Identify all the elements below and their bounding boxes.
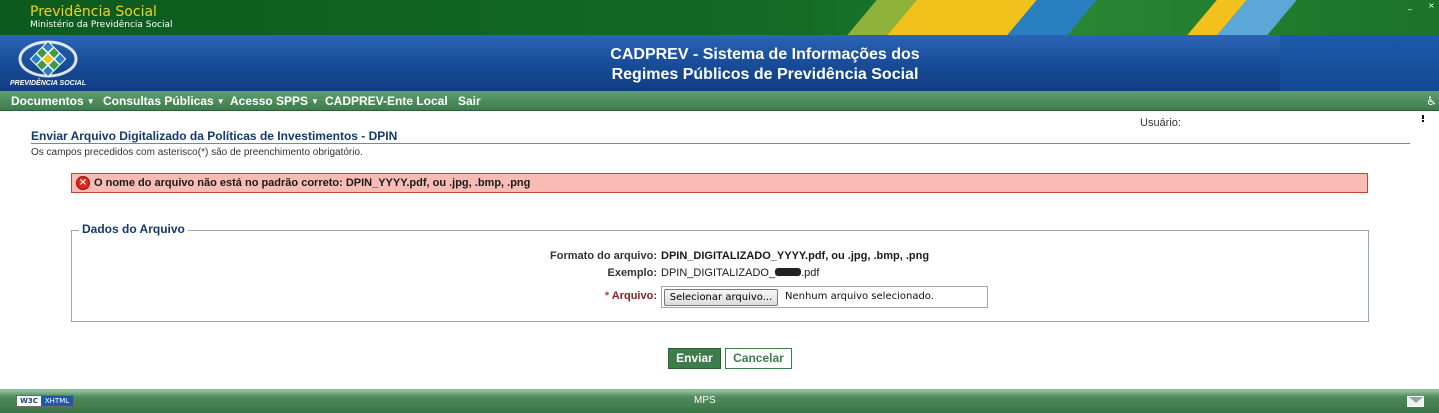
error-text: O nome do arquivo não está no padrão cor…: [94, 177, 531, 189]
menu-item-label: CADPREV-Ente Local: [325, 94, 448, 108]
example-suffix: .pdf: [801, 267, 820, 279]
send-button[interactable]: Enviar: [668, 348, 721, 369]
cancel-button[interactable]: Cancelar: [725, 348, 792, 369]
user-label: Usuário:: [1140, 117, 1181, 129]
window-close-icon[interactable]: ×: [1428, 2, 1438, 10]
menu-item-sair[interactable]: Sair: [458, 94, 481, 108]
badge-left: W3C: [17, 396, 41, 406]
system-header: PREVIDÊNCIA SOCIAL CADPREV - Sistema de …: [0, 35, 1439, 91]
page-root: Previdência Social Ministério da Previdê…: [0, 0, 1439, 413]
example-prefix: DPIN_DIGITALIZADO_: [661, 267, 776, 279]
logo-text: PREVIDÊNCIA SOCIAL: [10, 80, 86, 87]
system-header-side: [1280, 35, 1439, 91]
file-label: * Arquivo:: [605, 290, 657, 302]
file-label-text: Arquivo:: [611, 290, 657, 302]
redacted-value: [775, 268, 802, 276]
system-title-line1: CADPREV - Sistema de Informações dos: [610, 46, 920, 63]
wheelchair-icon[interactable]: ♿: [1426, 94, 1437, 108]
menu-item-consultas-publicas[interactable]: Consultas Públicas ▼: [103, 94, 225, 108]
menu-item-label: Documentos: [11, 94, 84, 108]
example-label: Exemplo:: [607, 267, 657, 279]
org-subtitle: Ministério da Previdência Social: [30, 20, 173, 30]
chevron-down-icon: ▼: [311, 97, 319, 106]
menu-item-label: Consultas Públicas: [103, 94, 214, 108]
menu-item-acesso-spps[interactable]: Acesso SPPS ▼: [230, 94, 319, 108]
menu-item-cadprev-ente-local[interactable]: CADPREV-Ente Local: [325, 94, 448, 108]
format-label: Formato do arquivo:: [550, 250, 657, 262]
envelope-icon[interactable]: [1407, 396, 1424, 407]
file-input[interactable]: Selecionar arquivo... Nenhum arquivo sel…: [661, 286, 988, 308]
footer-text: MPS: [694, 395, 716, 406]
select-file-button[interactable]: Selecionar arquivo...: [664, 289, 778, 306]
corner-mark: [1422, 120, 1424, 122]
required-fields-note: Os campos precedidos com asterisco(*) sã…: [31, 147, 363, 158]
w3c-xhtml-badge[interactable]: W3C XHTML: [16, 395, 74, 407]
example-value: DPIN_DIGITALIZADO_ .pdf: [661, 267, 819, 279]
menu-item-documentos[interactable]: Documentos ▼: [11, 94, 95, 108]
badge-right: XHTML: [41, 396, 73, 406]
error-circle-icon: ×: [76, 176, 90, 190]
menu-item-label: Acesso SPPS: [230, 94, 309, 108]
chevron-down-icon: ▼: [216, 97, 225, 106]
system-title: CADPREV - Sistema de Informações dos Reg…: [540, 45, 990, 85]
page-title: Enviar Arquivo Digitalizado da Políticas…: [31, 129, 398, 143]
main-menu: Documentos ▼ Consultas Públicas ▼ Acesso S…: [0, 91, 1439, 111]
file-status: Nenhum arquivo selecionado.: [785, 291, 934, 302]
footer: [0, 389, 1439, 413]
top-banner: Previdência Social Ministério da Previdê…: [0, 0, 1439, 35]
window-minimize-icon[interactable]: _: [1408, 2, 1418, 10]
chevron-down-icon: ▼: [86, 97, 95, 106]
system-title-line2: Regimes Públicos de Previdência Social: [611, 66, 919, 83]
title-divider: [31, 143, 1410, 144]
format-value: DPIN_DIGITALIZADO_YYYY.pdf, ou .jpg, .bm…: [661, 250, 930, 262]
required-mark: *: [604, 290, 610, 302]
menu-item-label: Sair: [458, 94, 481, 108]
org-name: Previdência Social: [30, 4, 157, 20]
corner-mark: [1422, 115, 1424, 119]
fieldset-legend: Dados do Arquivo: [79, 222, 188, 236]
error-message: × O nome do arquivo não está no padrão c…: [71, 173, 1368, 193]
